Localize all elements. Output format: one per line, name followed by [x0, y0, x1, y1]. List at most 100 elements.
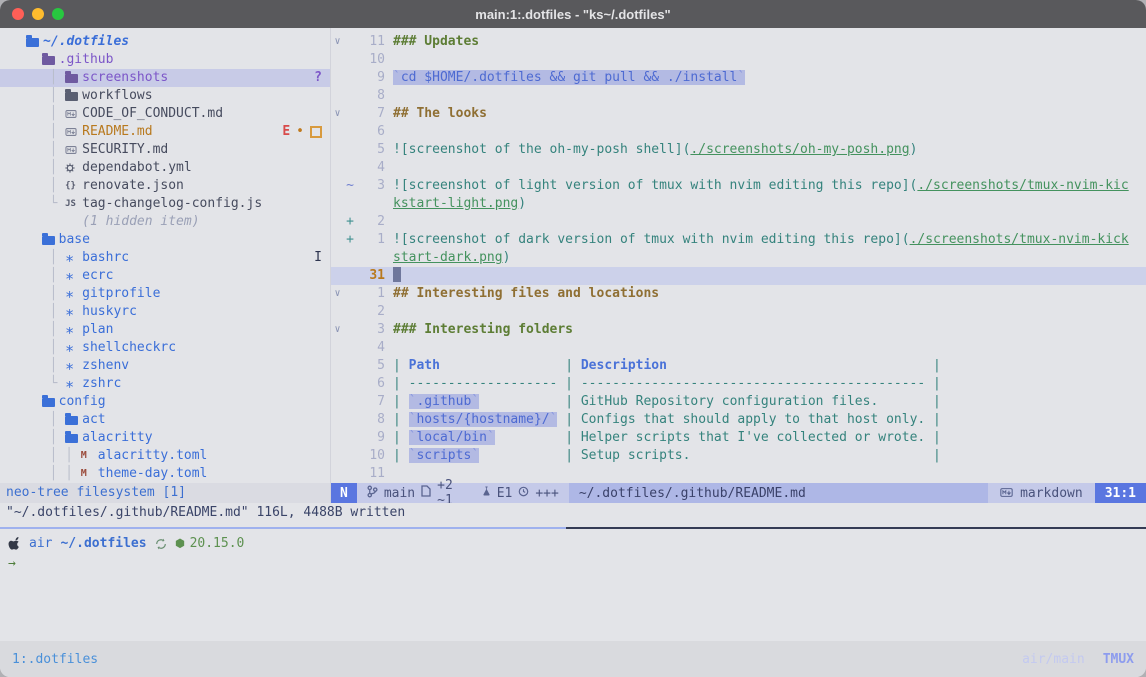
tree-item-label: gitprofile: [82, 285, 160, 303]
sign-column: [344, 141, 356, 159]
fold-icon[interactable]: ∨: [331, 321, 344, 339]
editor-line-8[interactable]: 8| `hosts/{hostname}/` | Configs that sh…: [331, 411, 1146, 429]
markdown-icon: [1000, 486, 1013, 501]
prompt-host: air: [29, 536, 52, 551]
tree-item-dotfiles[interactable]: ~/.dotfiles: [0, 33, 330, 51]
line-text: ## The looks: [393, 105, 487, 123]
block-cursor: [393, 267, 401, 282]
tree-item-bashrc[interactable]: │ *bashrcI: [0, 249, 330, 267]
editor-line-11[interactable]: ∨11### Updates: [331, 33, 1146, 51]
tree-item-screenshots[interactable]: │ screenshots?: [0, 69, 330, 87]
line-number: 9: [356, 429, 393, 447]
untracked-badge: ?: [314, 69, 322, 87]
titlebar[interactable]: main:1:.dotfiles - "ks~/.dotfiles": [0, 0, 1146, 28]
syntax-md: ![screenshot of light version of tmux wi…: [393, 178, 917, 193]
modified-dot-badge: •: [296, 123, 304, 141]
editor-line-wrap[interactable]: start-dark.png): [331, 249, 1146, 267]
line-text: kstart-light.png): [393, 195, 526, 213]
statusline-extra: +++: [535, 486, 558, 501]
editor-line-10[interactable]: 10: [331, 51, 1146, 69]
tree-item-dependabot-yml[interactable]: │ dependabot.yml: [0, 159, 330, 177]
editor-line-2[interactable]: +2: [331, 213, 1146, 231]
tmux-session-name: air/main: [1022, 652, 1085, 667]
tree-guide: │: [26, 303, 65, 321]
editor-line-3[interactable]: ∨3### Interesting folders: [331, 321, 1146, 339]
line-number: 5: [356, 357, 393, 375]
sign-column: [344, 447, 356, 465]
tree-item-theme-day-toml[interactable]: │ │ Mtheme-day.toml: [0, 465, 330, 483]
tree-item-alacritty[interactable]: │ alacritty: [0, 429, 330, 447]
tree-item-1-hidden-item[interactable]: (1 hidden item): [0, 213, 330, 231]
editor-line-31[interactable]: 31: [331, 267, 1146, 285]
tree-item-code-of-conduct-md[interactable]: │ CODE_OF_CONDUCT.md: [0, 105, 330, 123]
fold-column: [331, 411, 344, 429]
tree-item-tag-changelog-config-js[interactable]: └ JStag-changelog-config.js: [0, 195, 330, 213]
syntax-md: | Helper scripts that I've collected or …: [495, 430, 941, 445]
syntax-h2: ## Interesting files and locations: [393, 286, 659, 301]
editor-line-6[interactable]: 6| ------------------- | ---------------…: [331, 375, 1146, 393]
tree-guide: │ │: [26, 447, 81, 465]
syntax-h2: ## The looks: [393, 106, 487, 121]
tree-item-zshenv[interactable]: │ *zshenv: [0, 357, 330, 375]
editor-line-5[interactable]: 5| Path | Description |: [331, 357, 1146, 375]
editor-pane[interactable]: ∨11### Updates109`cd $HOME/.dotfiles && …: [330, 28, 1146, 503]
tree-item-huskyrc[interactable]: │ *huskyrc: [0, 303, 330, 321]
fold-icon[interactable]: ∨: [331, 285, 344, 303]
tree-item-act[interactable]: │ act: [0, 411, 330, 429]
editor-line-9[interactable]: 9| `local/bin` | Helper scripts that I'v…: [331, 429, 1146, 447]
editor-line-3[interactable]: ~3![screenshot of light version of tmux …: [331, 177, 1146, 195]
editor-line-8[interactable]: 8: [331, 87, 1146, 105]
editor-line-6[interactable]: 6: [331, 123, 1146, 141]
tree-guide: │: [26, 123, 65, 141]
editor-line-5[interactable]: 5![screenshot of the oh-my-posh shell](.…: [331, 141, 1146, 159]
git-sign: +: [344, 231, 356, 249]
tree-item-label: dependabot.yml: [82, 159, 192, 177]
fold-column: [331, 69, 344, 87]
editor-line-wrap[interactable]: kstart-light.png): [331, 195, 1146, 213]
sign-column: [344, 393, 356, 411]
tree-item-workflows[interactable]: │ workflows: [0, 87, 330, 105]
tree-item-alacritty-toml[interactable]: │ │ Malacritty.toml: [0, 447, 330, 465]
shell-pane[interactable]: air ~/.dotfiles 20.15.0 →: [0, 529, 1146, 641]
tree-item-readme-md[interactable]: │ README.mdE•: [0, 123, 330, 141]
editor-line-9[interactable]: 9`cd $HOME/.dotfiles && git pull && ./in…: [331, 69, 1146, 87]
node-icon: [175, 538, 185, 549]
syntax-md: ![screenshot of dark version of tmux wit…: [393, 232, 910, 247]
editor-buffer[interactable]: ∨11### Updates109`cd $HOME/.dotfiles && …: [331, 33, 1146, 483]
fold-column: [331, 249, 344, 267]
fold-column: [331, 141, 344, 159]
editor-line-4[interactable]: 4: [331, 339, 1146, 357]
editor-line-1[interactable]: ∨1## Interesting files and locations: [331, 285, 1146, 303]
editor-line-7[interactable]: 7| `.github` | GitHub Repository configu…: [331, 393, 1146, 411]
syntax-code: scripts: [416, 448, 471, 463]
tree-item-shellcheckrc[interactable]: │ *shellcheckrc: [0, 339, 330, 357]
apple-icon: [8, 536, 21, 551]
syntax-tick: `: [393, 70, 401, 85]
tree-item-label: SECURITY.md: [82, 141, 168, 159]
editor-line-4[interactable]: 4: [331, 159, 1146, 177]
line-text: ### Updates: [393, 33, 479, 51]
sign-column: [344, 339, 356, 357]
fold-icon[interactable]: ∨: [331, 33, 344, 51]
tree-item-security-md[interactable]: │ SECURITY.md: [0, 141, 330, 159]
folder-icon: [65, 73, 82, 83]
tree-item-config[interactable]: config: [0, 393, 330, 411]
tree-item-ecrc[interactable]: │ *ecrc: [0, 267, 330, 285]
editor-line-1[interactable]: +1![screenshot of dark version of tmux w…: [331, 231, 1146, 249]
fold-icon[interactable]: ∨: [331, 105, 344, 123]
line-number: 10: [356, 51, 393, 69]
tree-item-base[interactable]: base: [0, 231, 330, 249]
editor-line-2[interactable]: 2: [331, 303, 1146, 321]
editor-line-10[interactable]: 10| `scripts` | Setup scripts. |: [331, 447, 1146, 465]
tree-item-gitprofile[interactable]: │ *gitprofile: [0, 285, 330, 303]
tree-item-zshrc[interactable]: └ *zshrc: [0, 375, 330, 393]
tree-item-github[interactable]: .github: [0, 51, 330, 69]
tree-item-plan[interactable]: │ *plan: [0, 321, 330, 339]
tree-item-label: README.md: [82, 123, 152, 141]
tmux-window-item[interactable]: 1:.dotfiles: [12, 652, 98, 667]
tree-item-renovate-json[interactable]: │ {}renovate.json: [0, 177, 330, 195]
editor-line-7[interactable]: ∨7## The looks: [331, 105, 1146, 123]
fold-column: [331, 51, 344, 69]
syntax-md: ): [503, 250, 511, 265]
terminal-window: main:1:.dotfiles - "ks~/.dotfiles" ~/.do…: [0, 0, 1146, 677]
